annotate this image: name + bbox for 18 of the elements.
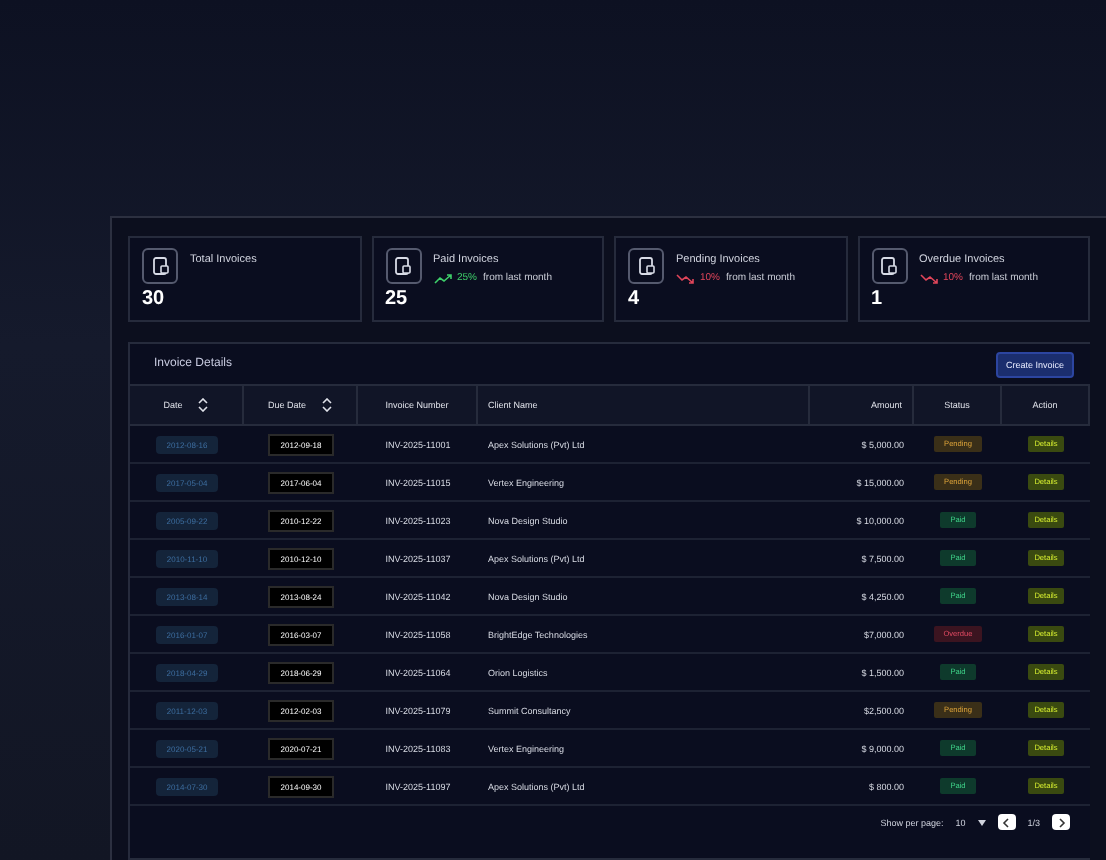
dropdown-caret-icon[interactable] xyxy=(977,819,986,825)
next-page-button[interactable] xyxy=(1052,814,1070,830)
invoice-icon xyxy=(637,256,655,276)
trend-down-icon xyxy=(919,273,937,283)
trend-up-icon xyxy=(433,273,451,283)
stat-value: 1 xyxy=(871,288,885,310)
sort-icon[interactable] xyxy=(322,398,332,412)
trend-down-icon xyxy=(676,273,694,283)
previous-page-button[interactable] xyxy=(997,814,1016,830)
stat-value: 25 xyxy=(385,288,410,310)
chevron-left-icon xyxy=(1002,817,1011,827)
invoice-icon xyxy=(394,256,412,276)
chevron-right-icon xyxy=(1057,817,1065,827)
invoice-icon xyxy=(880,256,898,276)
stat-value: 4 xyxy=(628,288,642,310)
sort-icon[interactable] xyxy=(198,398,209,412)
stat-value: 30 xyxy=(142,288,167,310)
invoice-icon xyxy=(151,256,169,276)
